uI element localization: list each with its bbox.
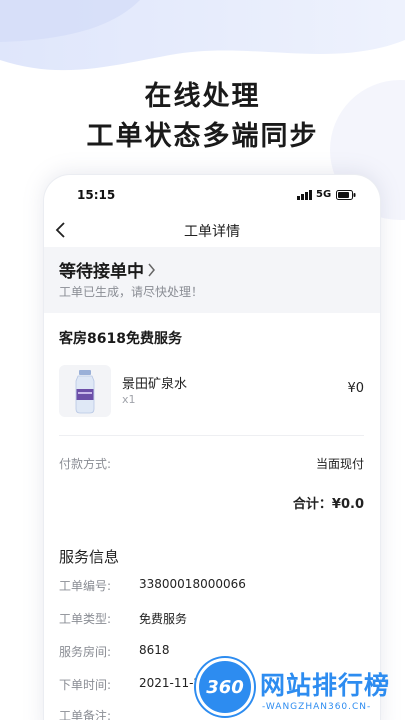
watermark-badge: 360 <box>196 658 254 716</box>
product-thumbnail <box>59 365 111 417</box>
info-label: 工单编号: <box>59 579 112 593</box>
battery-icon <box>336 190 356 200</box>
network-type: 5G <box>316 189 332 200</box>
order-status-block: 等待接单中 工单已生成，请尽快处理！ <box>44 247 380 313</box>
promo-headline: 在线处理 工单状态多端同步 <box>0 78 405 156</box>
order-total: 合计：¥0.0 <box>292 497 364 512</box>
product-name: 景田矿泉水 <box>122 377 188 392</box>
info-row-order-type: 工单类型: 免费服务 <box>59 610 364 628</box>
water-bottle-icon <box>75 370 95 414</box>
payment-method-label: 付款方式: <box>59 457 112 471</box>
watermark-subtext: -WANGZHAN360.CN- <box>262 702 372 712</box>
order-status-title: 等待接单中 <box>59 262 144 282</box>
payment-method-value: 当面现付 <box>315 457 364 471</box>
list-item[interactable]: 景田矿泉水 x1 ¥0 <box>59 365 364 419</box>
info-row-order-number: 工单编号: 33800018000066 <box>59 577 364 595</box>
info-label: 下单时间: <box>59 678 112 692</box>
status-time: 15:15 <box>77 188 116 202</box>
product-quantity: x1 <box>122 393 136 406</box>
info-value: 免费服务 <box>139 612 188 626</box>
service-title: 客房8618免费服务 <box>59 331 182 347</box>
nav-bar: 工单详情 <box>44 215 380 247</box>
info-value: 8618 <box>139 643 170 657</box>
phone-mockup: 15:15 5G 工单详情 等待接单中 工单已生成，请尽快处理！ 客房8618免… <box>44 175 380 720</box>
headline-line-1: 在线处理 <box>144 81 261 112</box>
payment-method-row: 付款方式: 当面现付 <box>59 455 364 473</box>
chevron-right-icon <box>148 263 155 276</box>
status-bar: 15:15 5G <box>44 175 380 215</box>
order-status-subtitle: 工单已生成，请尽快处理！ <box>59 285 204 299</box>
watermark-badge-text: 360 <box>206 677 244 698</box>
order-status-link[interactable]: 等待接单中 <box>59 257 156 282</box>
site-watermark: 360 网站排行榜 -WANGZHAN360.CN- <box>196 658 405 720</box>
section-separator <box>44 525 380 533</box>
divider <box>59 435 364 436</box>
info-label: 工单类型: <box>59 612 112 626</box>
signal-icon <box>297 190 312 200</box>
info-label: 工单备注: <box>59 709 112 720</box>
info-label: 服务房间: <box>59 645 112 659</box>
info-value: 33800018000066 <box>139 577 246 591</box>
watermark-text: 网站排行榜 <box>260 671 391 700</box>
page-title: 工单详情 <box>184 224 240 240</box>
product-price: ¥0 <box>347 381 364 396</box>
info-value: 2021-11-2 <box>139 676 202 690</box>
service-info-title: 服务信息 <box>59 548 120 566</box>
headline-line-2: 工单状态多端同步 <box>86 121 319 152</box>
